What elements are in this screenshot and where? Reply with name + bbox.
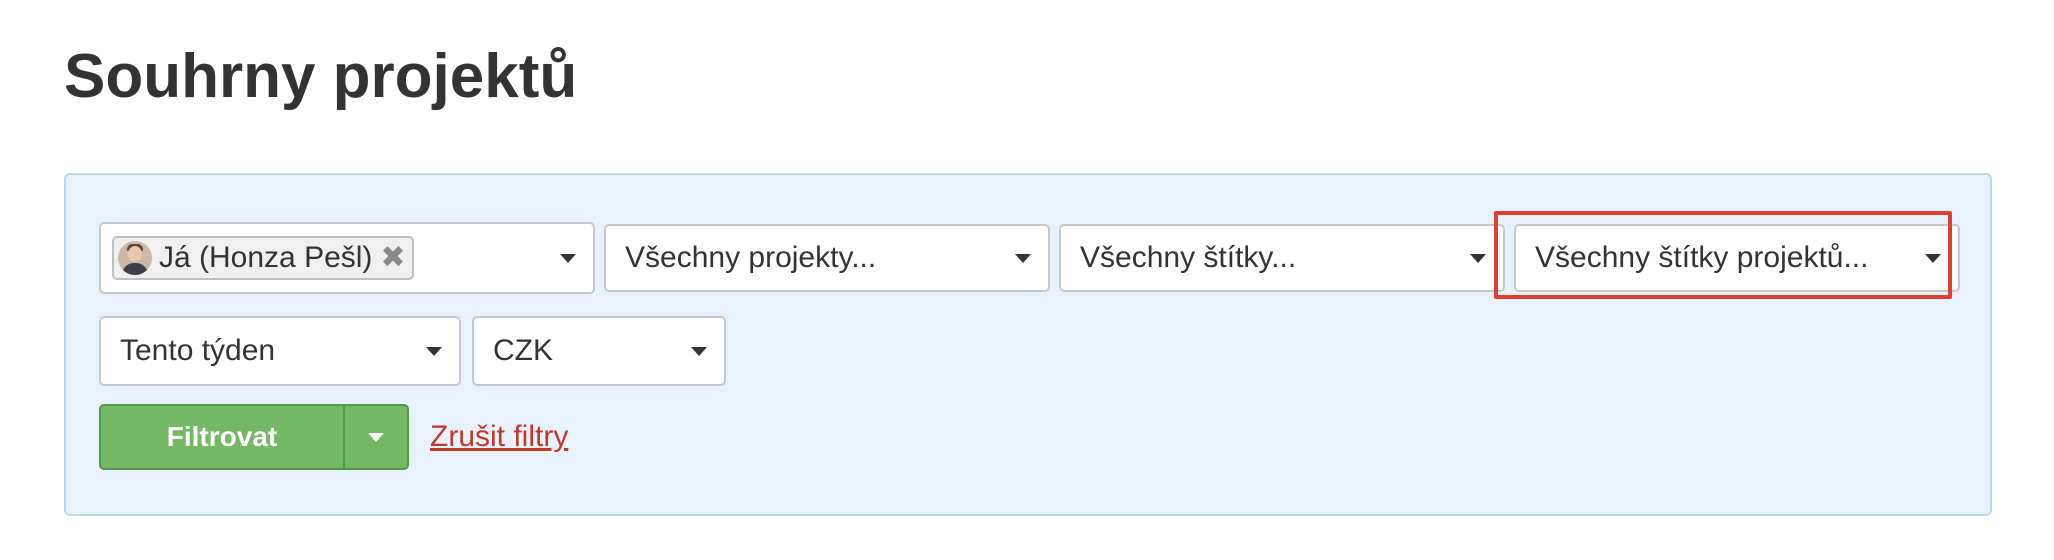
caret-down-icon [1015,254,1031,263]
filter-button[interactable]: Filtrovat [101,406,345,468]
currency-select[interactable]: CZK [472,316,726,386]
page-title: Souhrny projektů [64,42,578,111]
avatar [118,241,152,275]
filter-options-toggle[interactable] [345,406,407,468]
user-chip: Já (Honza Pešl) ✖ [112,236,414,280]
user-select[interactable]: Já (Honza Pešl) ✖ [99,222,595,294]
currency-select-value: CZK [493,334,553,367]
filter-button-group: Filtrovat [99,404,409,470]
caret-down-icon [691,347,707,356]
projects-select[interactable]: Všechny projekty... [604,224,1050,292]
project-tags-select-value: Všechny štítky projektů... [1535,241,1869,274]
period-select[interactable]: Tento týden [99,316,461,386]
tags-select-value: Všechny štítky... [1080,241,1297,274]
reset-filters-link[interactable]: Zrušit filtry [430,420,568,454]
caret-down-icon [426,347,442,356]
caret-down-icon [560,254,576,263]
project-tags-select[interactable]: Všechny štítky projektů... [1514,224,1960,292]
close-icon[interactable]: ✖ [380,243,405,273]
caret-down-icon [368,433,384,442]
tags-select[interactable]: Všechny štítky... [1059,224,1505,292]
projects-select-value: Všechny projekty... [625,241,877,274]
user-chip-label: Já (Honza Pešl) [159,241,373,274]
caret-down-icon [1925,254,1941,263]
caret-down-icon [1470,254,1486,263]
period-select-value: Tento týden [120,334,276,367]
